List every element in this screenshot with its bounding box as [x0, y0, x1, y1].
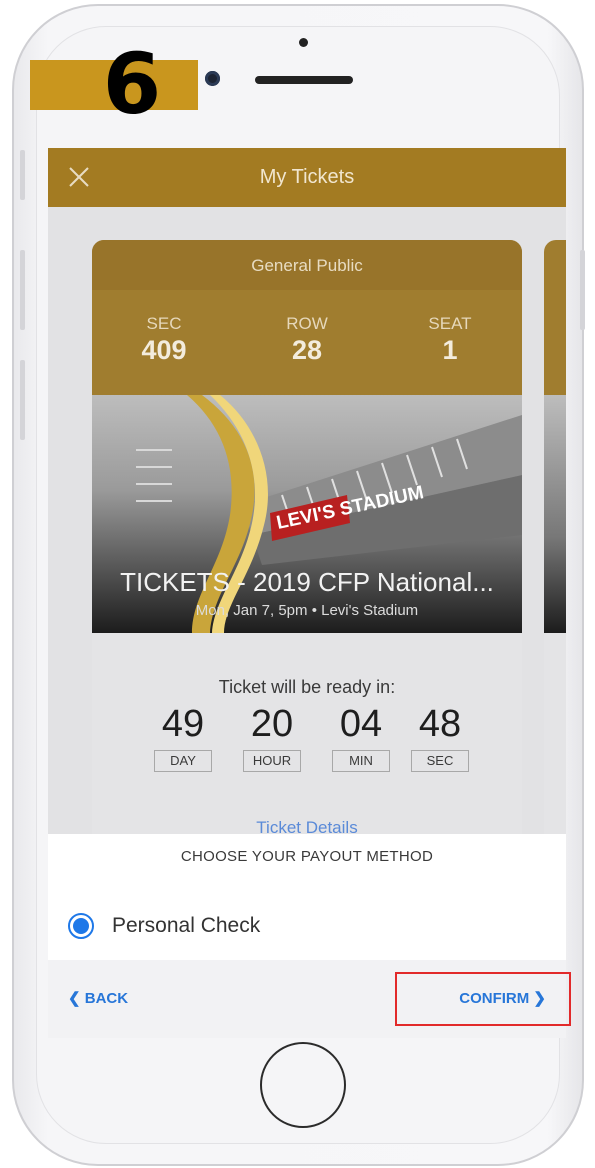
seat-value: 1: [442, 335, 458, 365]
home-button[interactable]: [260, 1042, 346, 1128]
countdown-min-label: MIN: [332, 750, 390, 772]
countdown-caption: Ticket will be ready in:: [218, 677, 396, 697]
phone-screen: My Tickets General Public SEC 409 ROW 28…: [48, 148, 566, 1038]
ticket-card[interactable]: General Public SEC 409 ROW 28 SEAT 1 LEV…: [92, 240, 522, 834]
countdown-min-value: 04: [339, 703, 383, 745]
personal-check-radio[interactable]: [68, 913, 94, 939]
step-number: 6: [102, 35, 162, 133]
ticket-type-bar: General Public: [92, 240, 522, 290]
front-camera: [205, 71, 220, 86]
ticket-seat-section: General Public SEC 409 ROW 28 SEAT 1: [92, 240, 522, 395]
stadium-illustration: LEVI'S STADIUM: [136, 395, 522, 633]
seat-info-seat: SEAT 1: [390, 314, 510, 366]
event-date-venue: Mon, Jan 7, 5pm • Levi's Stadium: [195, 602, 419, 619]
back-button-label: BACK: [84, 990, 129, 1007]
ticket-type: General Public: [251, 256, 363, 275]
countdown-hour-label: HOUR: [243, 750, 301, 772]
countdown-min: 04 MIN: [325, 702, 397, 772]
event-title: TICKETS - 2019 CFP National...: [120, 567, 494, 597]
seat-label: SEAT: [428, 314, 472, 333]
next-card-image: [544, 395, 566, 633]
confirm-highlight-box: [395, 972, 571, 1026]
countdown-hour-value: 20: [250, 703, 294, 745]
radio-selected-dot: [73, 918, 89, 934]
ticket-details-link[interactable]: Ticket Details: [92, 818, 522, 834]
row-value: 28: [291, 335, 323, 365]
earpiece-speaker: [255, 76, 353, 84]
countdown-sec-value: 48: [418, 703, 462, 745]
next-card-header: [544, 240, 566, 395]
sec-value: 409: [141, 335, 187, 365]
payout-title: CHOOSE YOUR PAYOUT METHOD: [180, 848, 434, 865]
volume-up-button: [20, 250, 25, 330]
page-title: My Tickets: [259, 166, 355, 188]
countdown-sec-label: SEC: [411, 750, 469, 772]
countdown-day-label: DAY: [154, 750, 212, 772]
power-button: [580, 250, 585, 330]
row-label: ROW: [286, 314, 328, 333]
ticket-view: My Tickets General Public SEC 409 ROW 28…: [48, 148, 566, 834]
countdown-day: 49 DAY: [147, 702, 219, 772]
chevron-left-icon: ❮: [68, 990, 81, 1007]
volume-down-button: [20, 360, 25, 440]
personal-check-label[interactable]: Personal Check: [112, 912, 260, 940]
app-header: My Tickets: [48, 148, 566, 207]
event-image: LEVI'S STADIUM TICKETS - 2019 CFP Nation…: [92, 395, 522, 633]
countdown-hour: 20 HOUR: [236, 702, 308, 772]
countdown-day-value: 49: [161, 703, 205, 745]
seat-info-sec: SEC 409: [104, 314, 224, 366]
mute-switch: [20, 150, 25, 200]
countdown-sec: 48 SEC: [404, 702, 476, 772]
back-button[interactable]: ❮ BACK: [68, 960, 128, 1038]
proximity-sensor: [299, 38, 308, 47]
seat-info-row: ROW 28: [247, 314, 367, 366]
next-ticket-card[interactable]: [544, 240, 566, 834]
sec-label: SEC: [146, 314, 182, 333]
